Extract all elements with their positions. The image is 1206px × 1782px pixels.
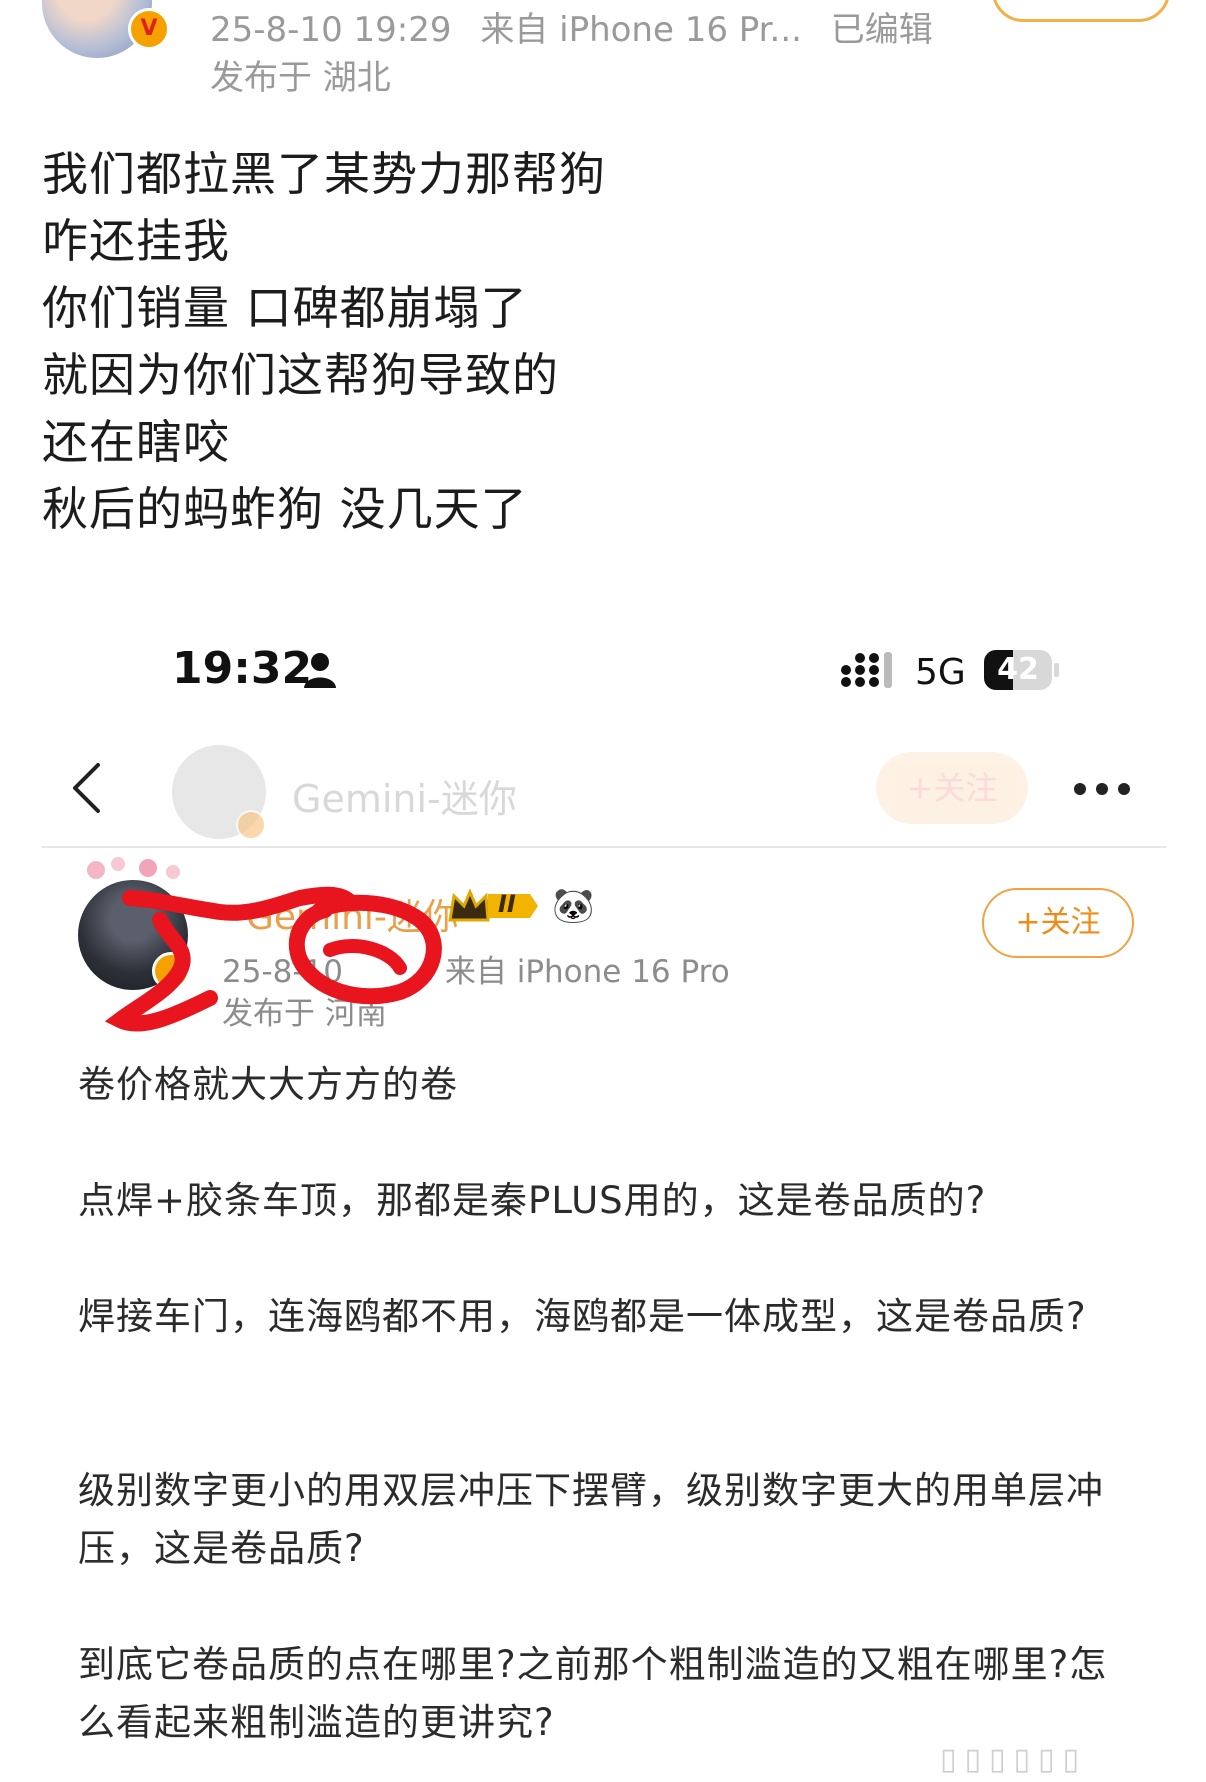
crown-level-badge: II (448, 888, 540, 924)
post-follow-button[interactable]: +关注 (982, 888, 1134, 958)
back-arrow-icon[interactable] (70, 762, 102, 814)
post-source: 来自 iPhone 16 Pr... (480, 10, 802, 50)
signal-icon (841, 652, 892, 688)
nav-divider (42, 846, 1166, 848)
post-text-line: 还在瞎咬 (42, 415, 230, 469)
nav-author-name: Gemini-迷你 (292, 777, 517, 821)
post-text-line: 我们都拉黑了某势力那帮狗 (42, 147, 606, 201)
post-paragraph: 焊接车门，连海鸥都不用，海鸥都是一体成型，这是卷品质? (78, 1295, 1087, 1338)
post-text-line: 就因为你们这帮狗导致的 (42, 348, 559, 402)
more-icon[interactable] (1072, 782, 1132, 796)
edited-label: 已编辑 (830, 10, 933, 50)
battery-icon: 42 (984, 650, 1060, 690)
red-scribble-annotation (104, 886, 442, 1032)
nav-verified-icon (236, 810, 266, 840)
verified-badge-icon: V (128, 8, 170, 50)
crown-icon (448, 888, 538, 922)
battery-level: 42 (997, 652, 1039, 687)
network-label: 5G (915, 652, 966, 693)
post-source: 来自 iPhone 16 Pro (444, 954, 730, 990)
post-location: 发布于 湖北 (210, 58, 391, 98)
post-paragraph: 到底它卷品质的点在哪里?之前那个粗制滥造的又粗在哪里?怎么看起来粗制滥造的更讲究… (78, 1643, 1108, 1744)
nav-follow-button[interactable]: +关注 (876, 752, 1028, 824)
post-time: 25-8-10 19:29 (210, 10, 452, 50)
post-paragraph: 卷价格就大大方方的卷 (78, 1063, 458, 1106)
post-meta-row: 25-8-10 19:29 来自 iPhone 16 Pr... 已编辑 (210, 2, 933, 51)
person-icon (304, 653, 336, 688)
level-badge-text: II (498, 890, 516, 918)
post-text-line: 秋后的蚂蚱狗 没几天了 (42, 482, 528, 536)
post-paragraph: 点焊+胶条车顶，那都是秦PLUS用的，这是卷品质的? (78, 1179, 987, 1222)
status-time: 19:32 (172, 643, 313, 694)
panda-icon: 🐼 (552, 886, 595, 926)
follow-button[interactable] (992, 0, 1170, 22)
post-paragraph: 级别数字更小的用双层冲压下摆臂，级别数字更大的用单层冲压，这是卷品质? (78, 1469, 1104, 1570)
watermark-icon: ▯▯▯▯▯▯ (940, 1742, 1088, 1777)
post-text-line: 你们销量 口碑都崩塌了 (42, 281, 528, 335)
post-text-line: 咋还挂我 (42, 214, 230, 268)
